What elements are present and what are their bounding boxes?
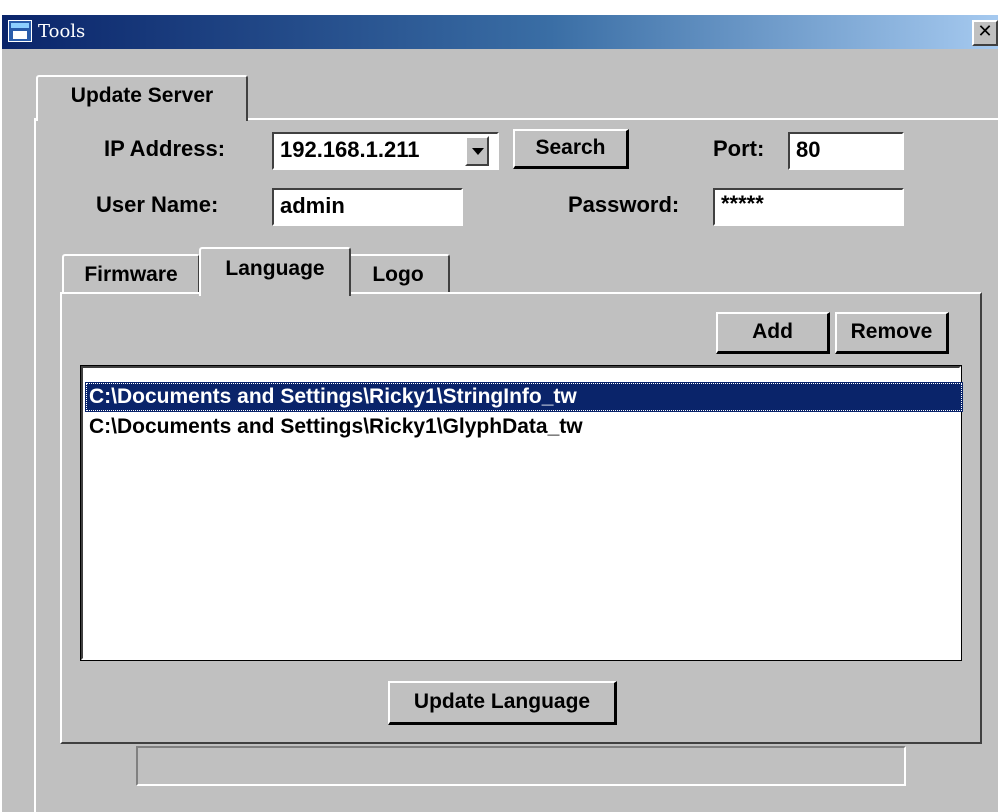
chevron-down-icon[interactable] [465, 136, 489, 166]
tab-firmware[interactable]: Firmware [62, 254, 200, 294]
list-item[interactable]: C:\Documents and Settings\Ricky1\StringI… [85, 382, 963, 412]
port-field[interactable]: 80 [788, 132, 904, 170]
password-value: ***** [721, 191, 764, 216]
username-field[interactable]: admin [272, 188, 463, 226]
tab-firmware-label: Firmware [84, 263, 178, 286]
close-button[interactable]: ✕ [972, 20, 998, 46]
title-bar[interactable]: Tools ✕ [2, 15, 998, 49]
close-icon: ✕ [977, 21, 993, 42]
username-label: User Name: [96, 192, 219, 217]
list-item-path: C:\Documents and Settings\Ricky1\StringI… [89, 385, 577, 408]
add-button[interactable]: Add [716, 312, 830, 354]
username-value: admin [280, 193, 345, 218]
tab-update-server-label: Update Server [70, 84, 214, 107]
ip-address-dropdown[interactable]: 192.168.1.211 [272, 132, 499, 170]
remove-button[interactable]: Remove [835, 312, 949, 354]
search-button[interactable]: Search [513, 129, 629, 169]
add-button-label: Add [752, 320, 793, 343]
tab-language-label: Language [225, 257, 325, 280]
tab-language[interactable]: Language [199, 247, 351, 296]
password-field[interactable]: ***** [713, 188, 904, 226]
update-language-button[interactable]: Update Language [388, 681, 617, 725]
window-title: Tools [38, 21, 86, 42]
ip-address-value: 192.168.1.211 [280, 137, 420, 162]
tools-window: Tools ✕ Update Server IP Address: 192.16… [0, 14, 998, 812]
tab-logo[interactable]: Logo [346, 254, 450, 294]
tab-update-server[interactable]: Update Server [36, 75, 248, 121]
language-file-list[interactable]: C:\Documents and Settings\Ricky1\StringI… [80, 365, 963, 661]
list-item-path: C:\Documents and Settings\Ricky1\GlyphDa… [89, 415, 583, 438]
status-bar [136, 746, 906, 786]
remove-button-label: Remove [850, 320, 933, 343]
port-value: 80 [796, 137, 821, 162]
port-label: Port: [713, 136, 765, 161]
password-label: Password: [568, 192, 680, 217]
ip-address-label: IP Address: [104, 136, 226, 161]
search-button-label: Search [535, 136, 606, 159]
list-item[interactable]: C:\Documents and Settings\Ricky1\GlyphDa… [85, 412, 963, 442]
app-window-icon [8, 20, 32, 42]
update-language-button-label: Update Language [413, 690, 591, 713]
tab-logo-label: Logo [372, 263, 424, 286]
